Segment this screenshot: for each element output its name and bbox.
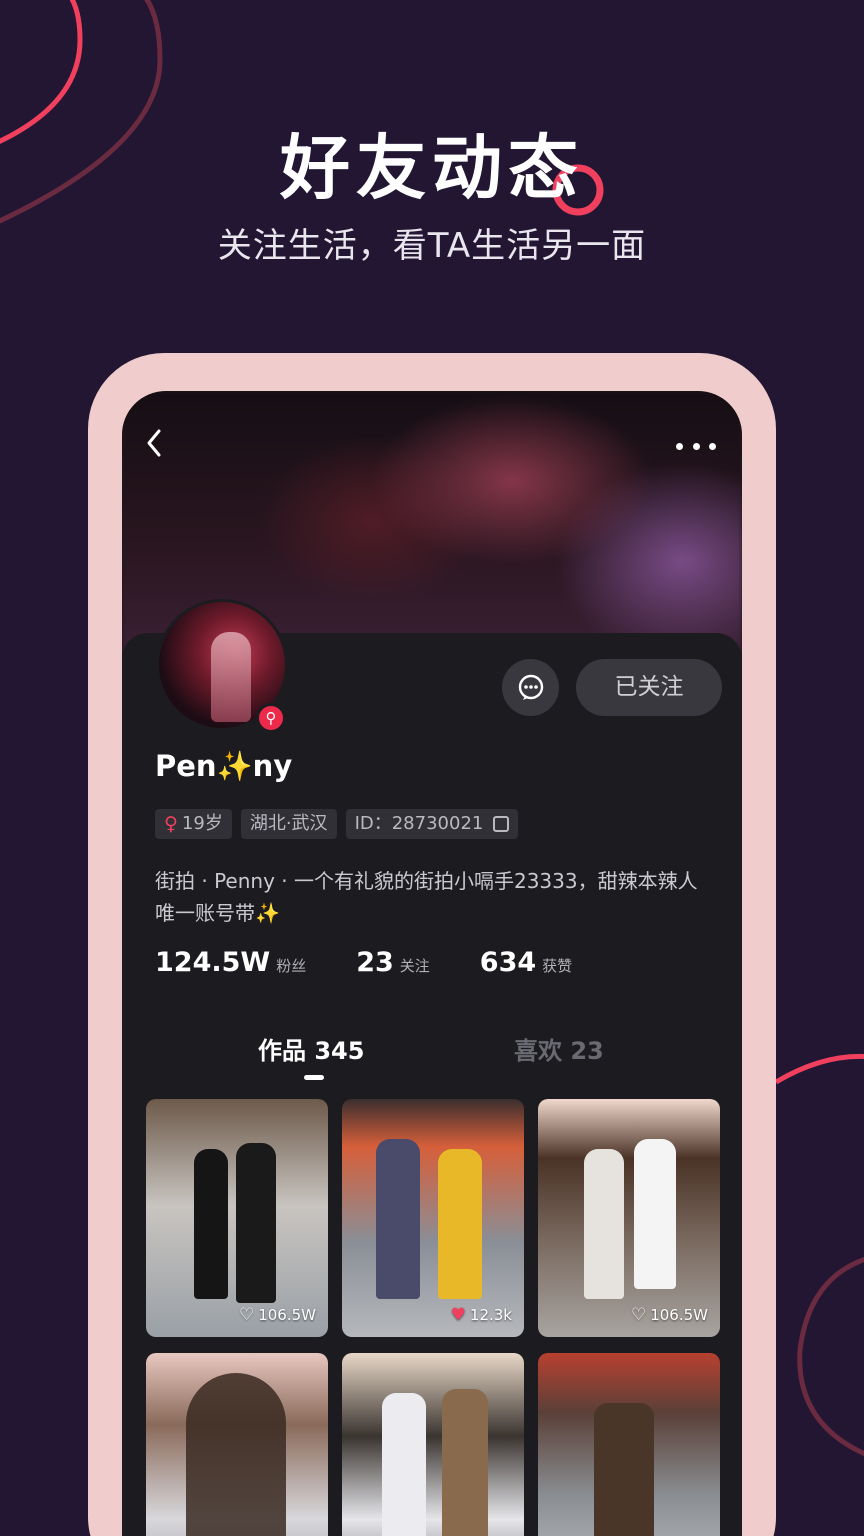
post-thumbnail[interactable]: ♡ 106.5W — [146, 1099, 328, 1337]
stat-value: 124.5W — [155, 947, 271, 978]
following-button[interactable]: 已关注 — [576, 659, 722, 716]
post-thumbnail[interactable] — [538, 1353, 720, 1536]
promo-title: 好友动态 — [280, 127, 584, 209]
post-thumbnail[interactable]: ♥ 12.3k — [342, 1099, 524, 1337]
heart-filled-icon: ♥ — [450, 1305, 466, 1325]
tab-works[interactable]: 作品 345 — [258, 1031, 364, 1066]
copy-icon[interactable] — [493, 816, 510, 832]
stat-label: 获赞 — [542, 957, 573, 975]
stat-label: 粉丝 — [276, 957, 307, 975]
like-count: ♡ 106.5W — [239, 1305, 316, 1325]
profile-tags: ♀ 19岁 湖北·武汉 ID：28730021 — [155, 809, 519, 839]
posts-grid: ♡ 106.5W ♥ 12.3k ♡ 106.5W — [146, 1099, 724, 1536]
back-icon[interactable] — [144, 427, 174, 467]
female-icon: ♀ — [164, 813, 178, 835]
content-tabs: 作品 345 喜欢 23 — [122, 1031, 742, 1081]
profile-bio: 街拍 · Penny · 一个有礼貌的街拍小嗝手23333，甜辣本辣人唯一账号带… — [155, 869, 698, 925]
post-thumbnail[interactable] — [146, 1353, 328, 1536]
nickname: Pen✨ny — [155, 749, 293, 783]
user-id-tag[interactable]: ID：28730021 — [345, 809, 519, 839]
stat-likes[interactable]: 634 获赞 — [480, 947, 572, 978]
like-count: ♡ 106.5W — [631, 1305, 708, 1325]
chat-bubble-icon — [518, 674, 543, 700]
location-tag: 湖北·武汉 — [240, 809, 337, 839]
tab-active-indicator — [304, 1075, 324, 1080]
stat-label: 关注 — [399, 957, 430, 975]
heart-outline-icon: ♡ — [238, 1305, 255, 1325]
like-count-text: 106.5W — [258, 1306, 316, 1324]
post-thumbnail[interactable]: ♡ 106.5W — [538, 1099, 720, 1337]
verified-badge-icon: ⚲ — [256, 703, 286, 733]
location-text: 湖北·武汉 — [249, 813, 328, 834]
stat-following[interactable]: 23 关注 — [356, 947, 430, 978]
like-count-text: 12.3k — [469, 1306, 512, 1324]
age-text: 19岁 — [181, 813, 223, 834]
stat-value: 23 — [356, 947, 394, 978]
gender-age-tag: ♀ 19岁 — [155, 809, 232, 839]
stat-value: 634 — [479, 947, 537, 978]
profile-stats: 124.5W 粉丝 23 关注 634 获赞 — [155, 947, 572, 978]
heart-outline-icon: ♡ — [630, 1305, 647, 1325]
tab-likes[interactable]: 喜欢 23 — [514, 1031, 604, 1066]
like-count: ♥ 12.3k — [451, 1305, 512, 1325]
user-id-text: ID：28730021 — [354, 813, 484, 834]
stat-fans[interactable]: 124.5W 粉丝 — [155, 947, 306, 978]
like-count-text: 106.5W — [650, 1306, 708, 1324]
post-thumbnail[interactable] — [342, 1353, 524, 1536]
profile-screen: ⚲ 已关注 Pen✨ny ♀ 19岁 湖北·武汉 ID：28730021 街拍 … — [122, 391, 742, 1536]
promo-subtitle: 关注生活，看TA生活另一面 — [217, 226, 647, 266]
more-options-icon[interactable] — [676, 431, 716, 461]
message-button[interactable] — [502, 659, 559, 716]
